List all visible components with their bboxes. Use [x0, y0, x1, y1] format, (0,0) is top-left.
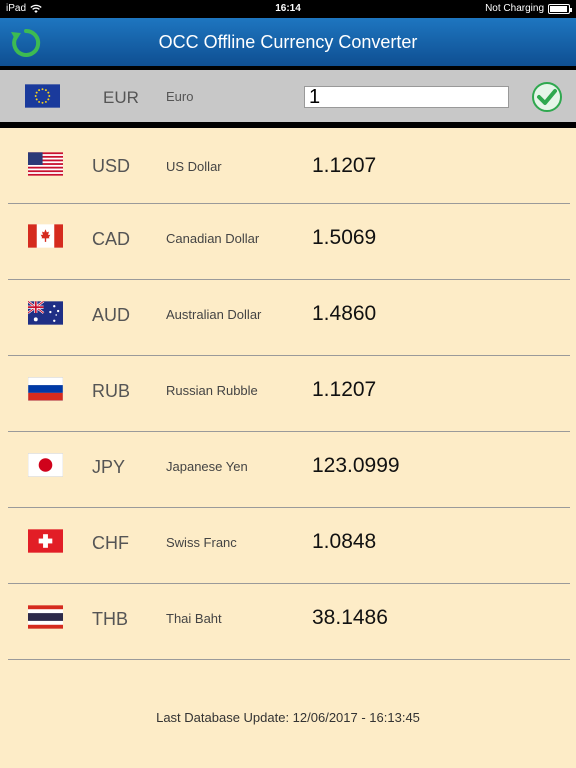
ch-flag-icon — [28, 529, 63, 553]
currency-code: CHF — [92, 533, 129, 553]
status-bar: iPad 16:14 Not Charging — [0, 0, 576, 18]
currency-code: CAD — [92, 229, 131, 249]
rate-row-jpy[interactable]: JPY Japanese Yen 123.0999 — [8, 432, 570, 508]
rate-row-usd[interactable]: USD US Dollar 1.1207 — [8, 128, 570, 204]
currency-name: Australian Dollar — [166, 307, 262, 322]
currency-code: AUD — [92, 305, 131, 325]
currency-value: 38.1486 — [312, 606, 388, 629]
currency-name: Thai Baht — [166, 611, 222, 626]
currency-name: Japanese Yen — [166, 459, 248, 474]
base-currency-bar: EUR Euro — [0, 70, 576, 122]
rate-row-rub[interactable]: RUB Russian Rubble 1.1207 — [8, 356, 570, 432]
last-update-text: Last Database Update: 12/06/2017 - 16:13… — [156, 710, 420, 725]
th-flag-icon — [28, 605, 63, 629]
charging-label: Not Charging — [485, 3, 544, 14]
rate-row-cad[interactable]: CAD Canadian Dollar 1.5069 — [8, 204, 570, 280]
currency-name: Canadian Dollar — [166, 231, 260, 246]
currency-code: JPY — [92, 457, 126, 477]
currency-code: USD — [92, 156, 131, 176]
ru-flag-icon — [28, 377, 63, 401]
battery-icon — [548, 3, 572, 14]
currency-value: 1.1207 — [312, 154, 377, 177]
checkmark-icon[interactable] — [531, 81, 563, 113]
currency-value: 123.0999 — [312, 454, 400, 477]
base-currency-code: EUR — [103, 88, 139, 107]
amount-input[interactable] — [304, 86, 509, 108]
title-bar: OCC Offline Currency Converter — [0, 18, 576, 66]
page-title: OCC Offline Currency Converter — [158, 32, 418, 52]
currency-value: 1.1207 — [312, 378, 377, 401]
base-currency-name: Euro — [166, 89, 194, 104]
currency-value: 1.0848 — [312, 530, 377, 553]
currency-name: Swiss Franc — [166, 535, 237, 550]
rate-row-chf[interactable]: CHF Swiss Franc 1.0848 — [8, 508, 570, 584]
currency-name: Russian Rubble — [166, 383, 258, 398]
currency-name: US Dollar — [166, 159, 222, 174]
eu-flag-icon — [25, 84, 60, 108]
status-right: Not Charging — [485, 3, 572, 14]
au-flag-icon — [28, 301, 63, 325]
currency-value: 1.4860 — [312, 302, 377, 325]
rate-row-thb[interactable]: THB Thai Baht 38.1486 — [8, 584, 570, 660]
jp-flag-icon — [28, 453, 63, 477]
us-flag-icon — [28, 152, 63, 176]
currency-code: THB — [92, 609, 128, 629]
currency-code: RUB — [92, 381, 131, 401]
currency-value: 1.5069 — [312, 226, 377, 249]
ca-flag-icon — [28, 224, 63, 248]
rate-row-aud[interactable]: AUD Australian Dollar 1.4860 — [8, 280, 570, 356]
